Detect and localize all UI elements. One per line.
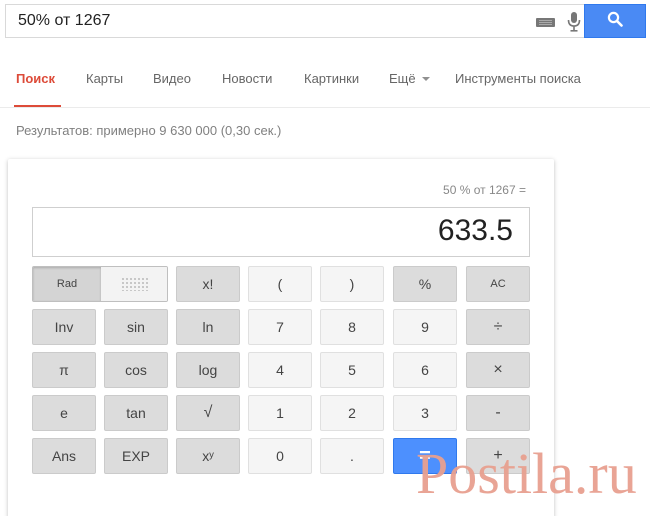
watermark-logo: Postila.ru (416, 445, 650, 515)
power-button[interactable]: xʸ (176, 438, 240, 474)
search-box (5, 4, 646, 38)
calculator-expression: 50 % от 1267 = (443, 183, 526, 197)
search-icon (607, 11, 623, 32)
ln-button[interactable]: ln (176, 309, 240, 345)
keyboard-icon[interactable] (536, 18, 555, 27)
digit-3-button[interactable]: 3 (393, 395, 457, 431)
tab-search-tools[interactable]: Инструменты поиска (455, 70, 581, 108)
tab-label: Поиск (16, 71, 56, 86)
dots-pattern (121, 277, 149, 291)
factorial-button[interactable]: x! (176, 266, 240, 302)
digit-9-button[interactable]: 9 (393, 309, 457, 345)
tab-label: Ещё (389, 71, 416, 86)
calculator-display: 633.5 (32, 207, 530, 257)
decimal-point-button[interactable]: . (320, 438, 384, 474)
pi-button[interactable]: π (32, 352, 96, 388)
multiply-button[interactable]: × (466, 352, 530, 388)
rad-button[interactable]: Rad (33, 267, 101, 301)
digit-0-button[interactable]: 0 (248, 438, 312, 474)
chevron-down-icon (421, 76, 430, 81)
open-paren-button[interactable]: ( (248, 266, 312, 302)
tab-video[interactable]: Видео (153, 70, 191, 108)
search-tabs: Поиск Карты Видео Новости Картинки Ещё И… (0, 70, 650, 108)
tabs-divider (0, 107, 650, 108)
e-button[interactable]: e (32, 395, 96, 431)
microphone-icon[interactable] (566, 11, 582, 33)
digit-5-button[interactable]: 5 (320, 352, 384, 388)
sqrt-button[interactable]: √ (176, 395, 240, 431)
digit-7-button[interactable]: 7 (248, 309, 312, 345)
exp-button[interactable]: EXP (104, 438, 168, 474)
search-button[interactable] (584, 4, 646, 38)
calculator-result: 633.5 (437, 214, 513, 247)
close-paren-button[interactable]: ) (320, 266, 384, 302)
tan-button[interactable]: tan (104, 395, 168, 431)
tab-news[interactable]: Новости (222, 70, 272, 108)
divide-button[interactable]: ÷ (466, 309, 530, 345)
tab-label: Картинки (304, 71, 360, 86)
all-clear-button[interactable]: AC (466, 266, 530, 302)
cos-button[interactable]: cos (104, 352, 168, 388)
deg-button[interactable] (101, 267, 167, 301)
tab-label: Карты (86, 71, 124, 86)
inv-button[interactable]: Inv (32, 309, 96, 345)
tab-maps[interactable]: Карты (86, 70, 123, 108)
search-input[interactable] (6, 5, 526, 37)
tab-label: Инструменты поиска (455, 71, 581, 86)
result-stats: Результатов: примерно 9 630 000 (0,30 се… (16, 123, 282, 138)
tab-label: Видео (153, 71, 191, 86)
digit-2-button[interactable]: 2 (320, 395, 384, 431)
digit-8-button[interactable]: 8 (320, 309, 384, 345)
ans-button[interactable]: Ans (32, 438, 96, 474)
watermark-text: Postila.ru (416, 441, 637, 506)
digit-4-button[interactable]: 4 (248, 352, 312, 388)
log-button[interactable]: log (176, 352, 240, 388)
digit-1-button[interactable]: 1 (248, 395, 312, 431)
subtract-button[interactable]: - (466, 395, 530, 431)
rad-deg-toggle[interactable]: Rad (32, 266, 168, 302)
tab-images[interactable]: Картинки (304, 70, 359, 108)
rad-label: Rad (56, 278, 78, 290)
sin-button[interactable]: sin (104, 309, 168, 345)
percent-button[interactable]: % (393, 266, 457, 302)
digit-6-button[interactable]: 6 (393, 352, 457, 388)
tab-more[interactable]: Ещё (389, 70, 430, 108)
tab-label: Новости (222, 71, 273, 86)
tab-search[interactable]: Поиск (14, 70, 62, 108)
